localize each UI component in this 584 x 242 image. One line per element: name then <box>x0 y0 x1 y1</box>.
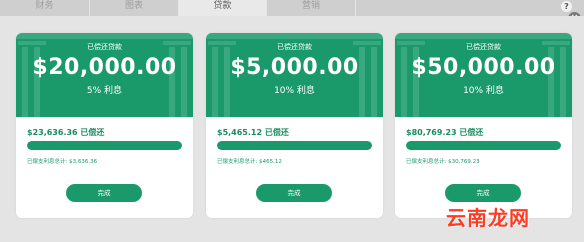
tab-marketing[interactable]: 营销 <box>267 0 356 16</box>
loan-card: 已偿还贷款 $20,000.00 5% 利息 $23,636.36 已偿还 已偿… <box>16 33 193 218</box>
loan-card-header: 已偿还贷款 $50,000.00 10% 利息 <box>395 33 572 117</box>
loan-progress-bar <box>27 141 182 150</box>
loan-progress-fill <box>217 141 372 150</box>
loan-amount: $50,000.00 <box>411 55 556 80</box>
loan-interest-rate: 5% 利息 <box>86 86 123 96</box>
loan-progress-bar <box>406 141 561 150</box>
loan-amount: $20,000.00 <box>32 55 177 80</box>
loan-progress-bar <box>217 141 372 150</box>
loan-status-label: 已偿还贷款 <box>87 43 122 51</box>
loan-amount: $5,000.00 <box>230 55 359 80</box>
loan-interest-total: 已偿支利息总计: $465.12 <box>217 159 282 165</box>
loan-progress-fill <box>27 141 182 150</box>
loan-card-header: 已偿还贷款 $20,000.00 5% 利息 <box>16 33 193 117</box>
help-icon[interactable]: ? <box>561 1 572 12</box>
loan-progress-fill <box>406 141 561 150</box>
loan-paid-amount: $80,769.23 已偿还 <box>406 128 484 137</box>
loan-interest-rate: 10% 利息 <box>463 86 504 96</box>
loan-card-header: 已偿还贷款 $5,000.00 10% 利息 <box>206 33 383 117</box>
loan-interest-total: 已偿支利息总计: $30,769.23 <box>406 159 480 165</box>
loan-card: 已偿还贷款 $5,000.00 10% 利息 $5,465.12 已偿还 已偿支… <box>206 33 383 218</box>
tab-finance[interactable]: 财务 <box>0 0 90 16</box>
loan-status-label: 已偿还贷款 <box>277 43 312 51</box>
loan-interest-total: 已偿支利息总计: $3,636.36 <box>27 159 98 165</box>
complete-button[interactable]: 完成 <box>66 184 142 202</box>
watermark-text: 云南龙网 <box>446 206 530 230</box>
tab-charts[interactable]: 图表 <box>90 0 179 16</box>
complete-button[interactable]: 完成 <box>445 184 521 202</box>
loan-interest-rate: 10% 利息 <box>274 86 315 96</box>
tab-loans[interactable]: 贷款 <box>179 0 267 16</box>
loan-status-label: 已偿还贷款 <box>466 43 501 51</box>
loan-paid-amount: $5,465.12 已偿还 <box>217 128 289 137</box>
loan-paid-amount: $23,636.36 已偿还 <box>27 128 105 137</box>
loan-card: 已偿还贷款 $50,000.00 10% 利息 $80,769.23 已偿还 已… <box>395 33 572 218</box>
tab-bar: 财务 图表 贷款 营销 ? <box>0 0 584 16</box>
complete-button[interactable]: 完成 <box>256 184 332 202</box>
